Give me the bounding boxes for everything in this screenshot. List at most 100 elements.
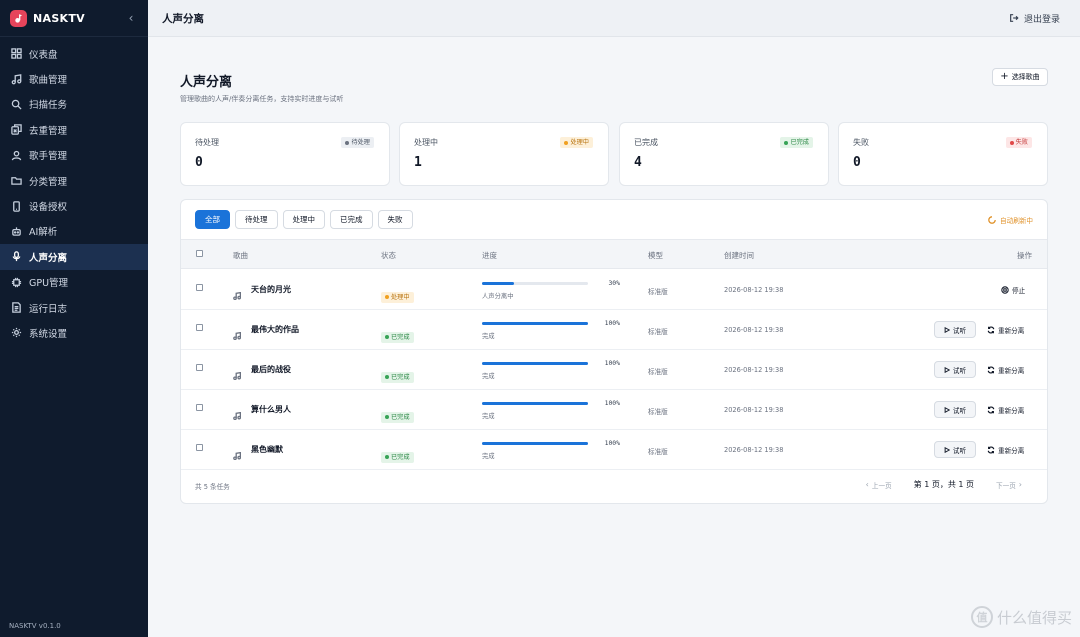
prev-page-button[interactable]: ‹ 上一页 <box>863 480 892 490</box>
sidebar-item-9[interactable]: GPU管理 <box>0 270 148 295</box>
status-dot-icon <box>385 415 389 419</box>
refresh-icon <box>987 406 995 414</box>
progress-fill <box>482 322 588 325</box>
robot-icon <box>10 225 22 237</box>
logout-button[interactable]: 退出登录 <box>1009 12 1060 25</box>
play-icon <box>944 366 950 373</box>
tab-3[interactable]: 已完成 <box>330 210 373 229</box>
sidebar-item-10[interactable]: 运行日志 <box>0 295 148 320</box>
music-note-icon <box>10 73 22 85</box>
listen-label: 试听 <box>952 446 967 455</box>
table-row: 黑色幽默 已完成 100% 完成 标准版 2026-08-12 19:38 试听 重新分离 <box>181 430 1047 470</box>
sidebar-item-label: 歌手管理 <box>29 151 68 163</box>
tab-2[interactable]: 处理中 <box>282 210 325 229</box>
microphone-icon <box>10 251 22 263</box>
chevron-right-icon: › <box>1018 480 1022 489</box>
refresh-icon <box>987 326 995 334</box>
status-badge-label: 失败 <box>1015 139 1028 146</box>
sidebar-item-label: 设备授权 <box>29 202 68 214</box>
music-note-icon <box>233 365 242 381</box>
sidebar-item-6[interactable]: 设备授权 <box>0 193 148 218</box>
sidebar-item-label: AI解析 <box>29 227 58 239</box>
next-page-button[interactable]: 下一页 › <box>996 480 1025 490</box>
song-title[interactable]: 天台的月光 <box>251 284 291 295</box>
sidebar-item-3[interactable]: 去重管理 <box>0 117 148 142</box>
spinner-icon <box>988 216 996 224</box>
status-badge: 已完成 <box>381 451 414 463</box>
row-checkbox[interactable] <box>196 284 203 291</box>
task-total: 共 5 条任务 <box>195 483 230 491</box>
chip-icon <box>10 276 22 288</box>
sidebar-item-label: 歌曲管理 <box>29 75 68 87</box>
tab-4[interactable]: 失败 <box>377 210 413 229</box>
progress-bar <box>482 442 588 445</box>
brand-name: NASKTV <box>33 11 85 25</box>
stop-button[interactable]: 停止 <box>1001 285 1025 295</box>
listen-button[interactable]: 试听 <box>934 361 976 378</box>
progress-bar <box>482 282 588 285</box>
created-time: 2026-08-12 19:38 <box>724 366 784 374</box>
music-note-icon <box>233 445 242 461</box>
song-title[interactable]: 最后的战役 <box>251 364 291 375</box>
brand-logo-icon <box>10 9 27 27</box>
dedupe-icon <box>10 124 22 136</box>
listen-label: 试听 <box>952 326 967 335</box>
task-panel: 全部 待处理 处理中 已完成 失败 自动刷新中 歌曲 状态 进度 模型 创建时间 操作 … <box>180 199 1048 504</box>
model-label: 标准版 <box>648 328 668 336</box>
row-checkbox[interactable] <box>196 324 203 331</box>
sidebar-item-8[interactable]: 人声分离 <box>0 244 148 270</box>
sidebar-item-4[interactable]: 歌手管理 <box>0 143 148 168</box>
page-title: 人声分离 <box>180 75 233 90</box>
listen-button[interactable]: 试听 <box>934 441 976 458</box>
status-badge-label: 待处理 <box>351 139 370 146</box>
music-note-icon <box>233 325 242 341</box>
listen-button[interactable]: 试听 <box>934 401 976 418</box>
next-page-label: 下一页 <box>996 481 1016 490</box>
reseparate-button[interactable]: 重新分离 <box>987 365 1024 375</box>
sidebar-item-label: 仪表盘 <box>29 49 58 61</box>
tab-1[interactable]: 待处理 <box>235 210 278 229</box>
stat-value: 0 <box>853 155 861 170</box>
sidebar-item-1[interactable]: 歌曲管理 <box>0 66 148 91</box>
dashboard-icon <box>10 48 22 60</box>
listen-button[interactable]: 试听 <box>934 321 976 338</box>
song-title[interactable]: 黑色幽默 <box>251 444 283 455</box>
collapse-sidebar-icon[interactable]: ‹ <box>124 11 138 25</box>
sidebar-item-label: 运行日志 <box>29 303 68 315</box>
created-time: 2026-08-12 19:38 <box>724 286 784 294</box>
status-badge: 已完成 <box>780 137 813 148</box>
col-actions: 操作 <box>1017 251 1032 260</box>
main-content: 人声分离 管理歌曲的人声/伴奏分离任务，支持实时进度与试听 + 选择歌曲 待处理… <box>148 37 1080 637</box>
reseparate-button[interactable]: 重新分离 <box>987 325 1024 335</box>
reseparate-label: 重新分离 <box>998 407 1025 415</box>
reseparate-button[interactable]: 重新分离 <box>987 405 1024 415</box>
status-badge: 已完成 <box>381 411 414 423</box>
col-model: 模型 <box>648 251 663 260</box>
col-created: 创建时间 <box>724 251 754 260</box>
page-description: 管理歌曲的人声/伴奏分离任务，支持实时进度与试听 <box>180 95 344 103</box>
model-label: 标准版 <box>648 448 668 456</box>
progress-status-text: 人声分离中 <box>482 293 514 300</box>
sidebar-item-5[interactable]: 分类管理 <box>0 168 148 193</box>
table-row: 算什么男人 已完成 100% 完成 标准版 2026-08-12 19:38 试听 重新分离 <box>181 390 1047 430</box>
row-checkbox[interactable] <box>196 364 203 371</box>
select-songs-button[interactable]: + 选择歌曲 <box>992 68 1048 86</box>
song-title[interactable]: 算什么男人 <box>251 404 291 415</box>
stat-value: 0 <box>195 155 203 170</box>
sidebar-item-2[interactable]: 扫描任务 <box>0 92 148 117</box>
progress-fill <box>482 282 514 285</box>
song-title[interactable]: 最伟大的作品 <box>251 324 299 335</box>
watermark-text: 什么值得买 <box>996 608 1072 627</box>
status-dot-icon <box>385 375 389 379</box>
stat-label: 已完成 <box>634 138 658 147</box>
progress-fill <box>482 402 588 405</box>
sidebar-item-0[interactable]: 仪表盘 <box>0 41 148 66</box>
reseparate-button[interactable]: 重新分离 <box>987 445 1024 455</box>
tab-0[interactable]: 全部 <box>195 210 230 229</box>
select-all-checkbox[interactable] <box>196 250 203 257</box>
row-checkbox[interactable] <box>196 404 203 411</box>
row-checkbox[interactable] <box>196 444 203 451</box>
sidebar-item-11[interactable]: 系统设置 <box>0 320 148 345</box>
sidebar-item-label: 人声分离 <box>29 252 68 264</box>
sidebar-item-7[interactable]: AI解析 <box>0 219 148 244</box>
